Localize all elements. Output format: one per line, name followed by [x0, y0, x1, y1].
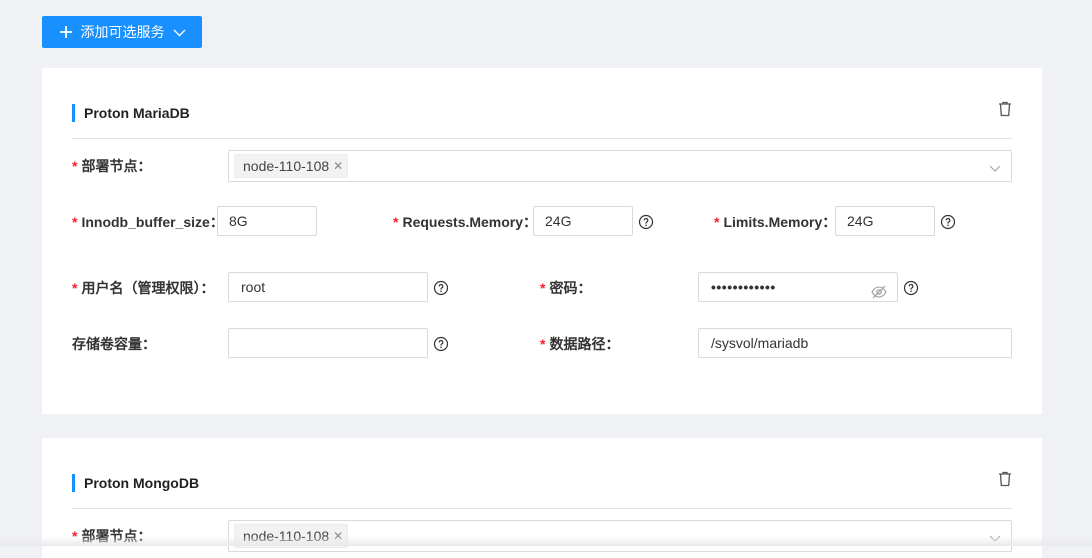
eye-off-icon[interactable]	[871, 280, 887, 308]
node-tag-label: node-110-108	[243, 158, 330, 174]
help-circle-icon[interactable]	[433, 280, 449, 296]
card-title: Proton MariaDB	[72, 104, 190, 122]
limits-memory-input[interactable]: 24G	[835, 206, 935, 236]
chevron-down-icon	[173, 26, 186, 39]
limits-memory-label: * Limits.Memory：	[714, 214, 837, 230]
deploy-node-select[interactable]: node-110-108 ✕	[228, 150, 1012, 182]
node-tag: node-110-108 ✕	[234, 154, 349, 178]
trash-icon[interactable]	[998, 101, 1012, 120]
trash-icon[interactable]	[998, 471, 1012, 490]
help-circle-icon[interactable]	[903, 280, 919, 296]
password-value: ••••••••••••	[711, 279, 776, 295]
close-icon[interactable]: ✕	[333, 155, 343, 177]
data-path-label: * 数据路径：	[540, 336, 620, 352]
add-optional-service-label: 添加可选服务	[80, 24, 165, 40]
innodb-buffer-input[interactable]: 8G	[217, 206, 317, 236]
help-circle-icon[interactable]	[940, 214, 956, 230]
innodb-buffer-label: *Innodb_buffer_size：	[72, 214, 224, 230]
card-title: Proton MongoDB	[72, 474, 199, 492]
chevron-down-icon	[989, 161, 1001, 177]
password-label: * 密码：	[540, 280, 592, 296]
mariadb-card: Proton MariaDB * 部署节点： node-110-108 ✕ * In…	[42, 68, 1042, 414]
deploy-node-label: *部署节点：	[72, 158, 152, 174]
storage-capacity-label: 存储卷容量：	[72, 336, 156, 352]
help-circle-icon[interactable]	[433, 336, 449, 352]
card-header: Proton MariaDB	[72, 101, 1012, 139]
requests-memory-input[interactable]: 24G	[533, 206, 633, 236]
data-path-input[interactable]: /sysvol/mariadb	[698, 328, 1012, 358]
plus-icon	[59, 25, 73, 39]
add-optional-service-button[interactable]: 添加可选服务	[42, 16, 202, 48]
password-input[interactable]: ••••••••••••	[698, 272, 898, 302]
username-input[interactable]: root	[228, 272, 428, 302]
scroll-fade	[0, 536, 1092, 546]
storage-capacity-input[interactable]	[228, 328, 428, 358]
card-header: Proton MongoDB	[72, 471, 1012, 509]
help-circle-icon[interactable]	[638, 214, 654, 230]
username-label: * 用户名（管理权限）：	[72, 280, 215, 296]
requests-memory-label: * Requests.Memory：	[393, 214, 538, 230]
